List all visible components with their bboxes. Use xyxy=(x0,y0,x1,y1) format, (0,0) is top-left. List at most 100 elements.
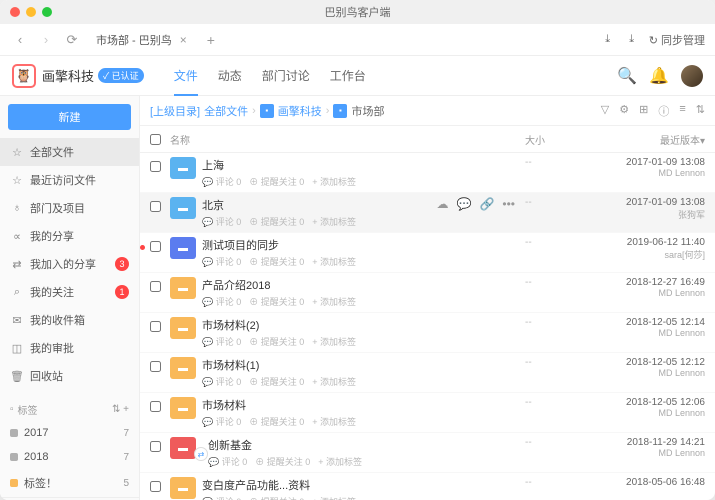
filter-icon[interactable]: ▽ xyxy=(601,103,609,119)
bell-icon[interactable]: 🔔 xyxy=(649,66,669,86)
more-icon[interactable]: ••• xyxy=(502,197,515,211)
new-button[interactable]: 新建 xyxy=(8,104,131,130)
follow-action[interactable]: ⊕ 提醒关注 0 xyxy=(249,295,304,308)
follow-action[interactable]: ⊕ 提醒关注 0 xyxy=(249,415,304,428)
grid-icon[interactable]: ⊞ xyxy=(639,103,648,119)
crumb-root[interactable]: 全部文件 xyxy=(204,103,248,119)
browser-tab[interactable]: 市场部 - 巴别鸟 × xyxy=(88,29,195,51)
follow-action[interactable]: ⊕ 提醒关注 0 xyxy=(249,215,304,228)
sort-icon[interactable]: ⇅ xyxy=(696,103,705,119)
col-version[interactable]: 最近版本▾ xyxy=(585,132,705,147)
cloud-icon[interactable]: ☁ xyxy=(436,197,448,211)
file-row[interactable]: ▬ 市场材料(2) 💬 评论 0 ⊕ 提醒关注 0 + 添加标签 -- 2018… xyxy=(140,313,715,353)
file-row[interactable]: ▬ 北京 💬 评论 0 ⊕ 提醒关注 0 + 添加标签 ☁💬🔗••• -- 20… xyxy=(140,193,715,233)
comment-action[interactable]: 💬 评论 0 xyxy=(202,335,241,348)
tab-workspace[interactable]: 工作台 xyxy=(330,67,366,84)
sidebar-item[interactable]: 🗑回收站 xyxy=(0,362,139,390)
user-avatar[interactable] xyxy=(681,65,703,87)
row-checkbox[interactable] xyxy=(150,321,161,332)
search-icon[interactable]: 🔍 xyxy=(617,66,637,86)
file-row[interactable]: ▬ ⇄ 创新基金 💬 评论 0 ⊕ 提醒关注 0 + 添加标签 -- 2018-… xyxy=(140,433,715,473)
comment-action[interactable]: 💬 评论 0 xyxy=(202,255,241,268)
tag-action[interactable]: + 添加标签 xyxy=(312,495,356,500)
new-tab-button[interactable]: + xyxy=(201,32,221,48)
comment-action[interactable]: 💬 评论 0 xyxy=(202,495,241,500)
link-icon[interactable]: 🔗 xyxy=(479,197,494,211)
file-name: 产品介绍2018 xyxy=(202,277,525,293)
follow-action[interactable]: ⊕ 提醒关注 0 xyxy=(249,255,304,268)
tag-action[interactable]: + 添加标签 xyxy=(312,215,356,228)
tag-action[interactable]: + 添加标签 xyxy=(312,255,356,268)
up-dir[interactable]: [上级目录] xyxy=(150,103,200,119)
comment-action[interactable]: 💬 评论 0 xyxy=(202,295,241,308)
file-row[interactable]: ▬ 测试项目的同步 💬 评论 0 ⊕ 提醒关注 0 + 添加标签 -- 2019… xyxy=(140,233,715,273)
gear-icon[interactable]: ⚙ xyxy=(619,103,629,119)
row-checkbox[interactable] xyxy=(150,281,161,292)
tag-item[interactable]: 标签！5 xyxy=(0,469,139,497)
sidebar-item[interactable]: ♁部门及项目 xyxy=(0,194,139,222)
crumb-p1[interactable]: 画擎科技 xyxy=(278,103,322,119)
follow-action[interactable]: ⊕ 提醒关注 0 xyxy=(249,175,304,188)
sidebar-item[interactable]: ∝我的分享 xyxy=(0,222,139,250)
tag-action[interactable]: + 添加标签 xyxy=(312,375,356,388)
row-checkbox[interactable] xyxy=(150,201,161,212)
breadcrumb: [上级目录] 全部文件 › ▪ 画擎科技 › ▪ 市场部 ▽ ⚙ ⊞ ⓘ ≡ ⇅ xyxy=(140,96,715,126)
sidebar-item[interactable]: ◫我的审批 xyxy=(0,334,139,362)
info-icon[interactable]: ⓘ xyxy=(658,103,669,119)
close-tab-icon[interactable]: × xyxy=(180,33,187,47)
minimize-window[interactable] xyxy=(26,7,36,17)
comment-icon[interactable]: 💬 xyxy=(456,197,471,211)
follow-action[interactable]: ⊕ 提醒关注 0 xyxy=(255,455,310,468)
comment-action[interactable]: 💬 评论 0 xyxy=(202,375,241,388)
row-checkbox[interactable] xyxy=(150,361,161,372)
row-checkbox[interactable] xyxy=(150,161,161,172)
tag-item[interactable]: 20177 xyxy=(0,421,139,445)
follow-action[interactable]: ⊕ 提醒关注 0 xyxy=(249,375,304,388)
tag-action[interactable]: + 添加标签 xyxy=(312,335,356,348)
sync-button[interactable]: ↻ 同步管理 xyxy=(649,32,705,48)
file-row[interactable]: ▬ 变白度产品功能...资料 💬 评论 0 ⊕ 提醒关注 0 + 添加标签 --… xyxy=(140,473,715,500)
list-icon[interactable]: ≡ xyxy=(679,103,685,119)
row-checkbox[interactable] xyxy=(150,241,161,252)
follow-action[interactable]: ⊕ 提醒关注 0 xyxy=(249,495,304,500)
tag-item[interactable]: 20187 xyxy=(0,445,139,469)
reload-button[interactable]: ⟳ xyxy=(62,30,82,50)
forward-button[interactable]: › xyxy=(36,30,56,50)
row-checkbox[interactable] xyxy=(150,481,161,492)
upload-icon[interactable]: ⤓ xyxy=(601,33,615,47)
comment-action[interactable]: 💬 评论 0 xyxy=(208,455,247,468)
file-size: -- xyxy=(525,357,585,368)
back-button[interactable]: ‹ xyxy=(10,30,30,50)
comment-action[interactable]: 💬 评论 0 xyxy=(202,415,241,428)
file-row[interactable]: ▬ 市场材料 💬 评论 0 ⊕ 提醒关注 0 + 添加标签 -- 2018-12… xyxy=(140,393,715,433)
comment-action[interactable]: 💬 评论 0 xyxy=(202,175,241,188)
sidebar-item[interactable]: ⇄我加入的分享3 xyxy=(0,250,139,278)
download-icon[interactable]: ⤓ xyxy=(625,33,639,47)
tab-activity[interactable]: 动态 xyxy=(218,67,242,84)
tag-action[interactable]: + 添加标签 xyxy=(312,415,356,428)
col-size[interactable]: 大小 xyxy=(525,132,585,147)
tag-action[interactable]: + 添加标签 xyxy=(318,455,362,468)
tab-files[interactable]: 文件 xyxy=(174,67,198,96)
sidebar-item[interactable]: ☆最近访问文件 xyxy=(0,166,139,194)
comment-action[interactable]: 💬 评论 0 xyxy=(202,215,241,228)
row-checkbox[interactable] xyxy=(150,441,161,452)
file-row[interactable]: ▬ 产品介绍2018 💬 评论 0 ⊕ 提醒关注 0 + 添加标签 -- 201… xyxy=(140,273,715,313)
tag-action[interactable]: + 添加标签 xyxy=(312,295,356,308)
tag-action[interactable]: + 添加标签 xyxy=(312,175,356,188)
select-all[interactable] xyxy=(150,134,161,145)
maximize-window[interactable] xyxy=(42,7,52,17)
file-row[interactable]: ▬ 市场材料(1) 💬 评论 0 ⊕ 提醒关注 0 + 添加标签 -- 2018… xyxy=(140,353,715,393)
close-window[interactable] xyxy=(10,7,20,17)
tags-header[interactable]: ▫ 标签 ⇅ + xyxy=(0,398,139,421)
sidebar-item[interactable]: ☆全部文件 xyxy=(0,138,139,166)
file-row[interactable]: ▬ 上海 💬 评论 0 ⊕ 提醒关注 0 + 添加标签 -- 2017-01-0… xyxy=(140,153,715,193)
col-name[interactable]: 名称 xyxy=(170,132,525,147)
follow-action[interactable]: ⊕ 提醒关注 0 xyxy=(249,335,304,348)
file-name: 市场材料(2) xyxy=(202,317,525,333)
row-actions: 💬 评论 0 ⊕ 提醒关注 0 + 添加标签 xyxy=(202,375,525,388)
sidebar-item[interactable]: ✉我的收件箱 xyxy=(0,306,139,334)
sidebar-item[interactable]: ⌕我的关注1 xyxy=(0,278,139,306)
row-checkbox[interactable] xyxy=(150,401,161,412)
tab-discuss[interactable]: 部门讨论 xyxy=(262,67,310,84)
